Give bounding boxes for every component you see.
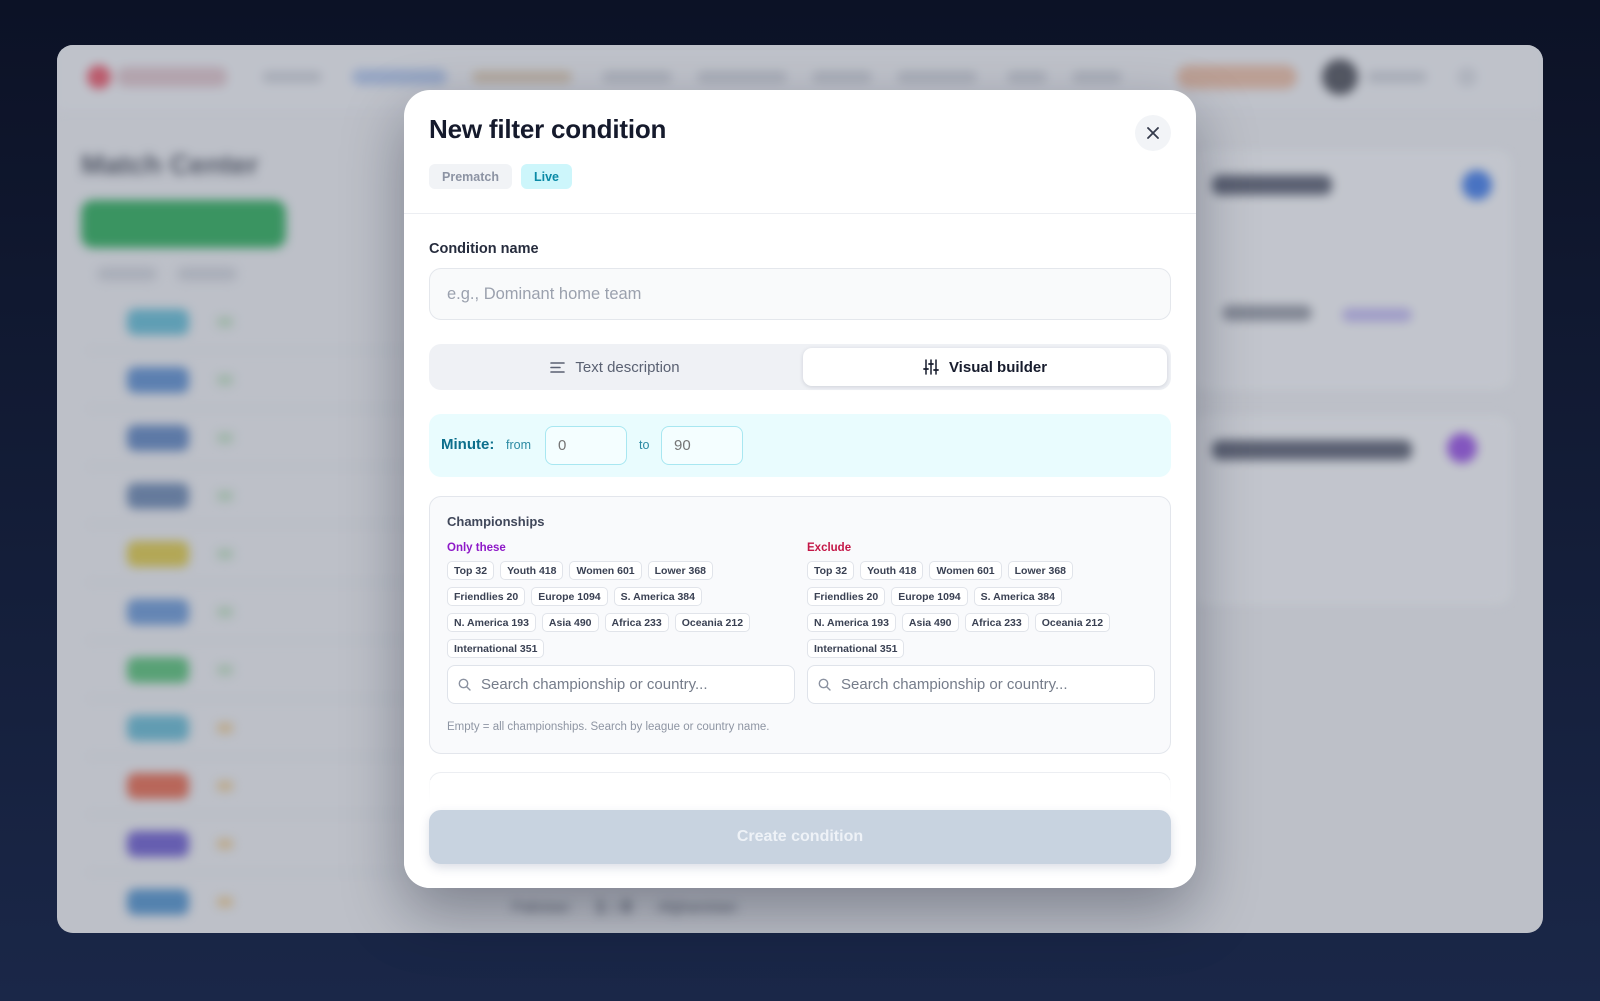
minute-from-input[interactable] (545, 426, 627, 465)
sliders-icon (923, 359, 939, 375)
modal-header: New filter condition Prematch Live (404, 90, 1196, 214)
new-filter-condition-modal: New filter condition Prematch Live Condi… (404, 90, 1196, 888)
close-icon (1147, 127, 1159, 139)
modal-title: New filter condition (429, 114, 667, 144)
only-these-column: Only these Top 32 Youth 418 Women 601 Lo… (447, 542, 795, 658)
only-these-search-input[interactable] (481, 676, 781, 693)
condition-name-label: Condition name (429, 241, 539, 257)
mode-tabs: Prematch Live (429, 164, 572, 189)
chip-only-europe[interactable]: Europe 1094 (531, 587, 608, 606)
tab-text-description[interactable]: Text description (433, 348, 797, 386)
minute-to-label: to (639, 438, 650, 452)
chip-exclude-youth[interactable]: Youth 418 (860, 561, 924, 580)
minute-to-input[interactable] (661, 426, 743, 465)
chip-exclude-women[interactable]: Women 601 (929, 561, 1002, 580)
exclude-search[interactable] (807, 665, 1155, 704)
chip-exclude-south-america[interactable]: S. America 384 (973, 587, 1062, 606)
chip-only-top[interactable]: Top 32 (447, 561, 495, 580)
chip-only-international[interactable]: International 351 (447, 639, 545, 658)
search-icon (818, 678, 831, 691)
tab-prematch[interactable]: Prematch (429, 164, 512, 189)
championships-hint: Empty = all championships. Search by lea… (447, 721, 770, 733)
minute-range-section: Minute: from to (429, 414, 1171, 477)
create-condition-button[interactable]: Create condition (429, 810, 1171, 864)
exclude-label: Exclude (807, 542, 852, 554)
chip-exclude-friendlies[interactable]: Friendlies 20 (807, 587, 886, 606)
chip-exclude-africa[interactable]: Africa 233 (964, 613, 1029, 632)
chip-exclude-oceania[interactable]: Oceania 212 (1034, 613, 1111, 632)
only-these-label: Only these (447, 542, 506, 554)
minute-label: Minute: (441, 436, 495, 453)
chip-only-asia[interactable]: Asia 490 (541, 613, 599, 632)
builder-mode-switch: Text description Visual builder (429, 344, 1171, 390)
chip-only-lower[interactable]: Lower 368 (647, 561, 713, 580)
lines-icon (550, 361, 566, 373)
tab-text-description-label: Text description (575, 358, 680, 376)
close-button[interactable] (1135, 115, 1171, 151)
exclude-chips: Top 32 Youth 418 Women 601 Lower 368 Fri… (807, 561, 1155, 658)
chip-only-africa[interactable]: Africa 233 (604, 613, 669, 632)
chip-only-north-america[interactable]: N. America 193 (447, 613, 536, 632)
tab-visual-builder-label: Visual builder (948, 358, 1048, 376)
chip-exclude-asia[interactable]: Asia 490 (901, 613, 959, 632)
tab-visual-builder[interactable]: Visual builder (803, 348, 1167, 386)
chip-only-youth[interactable]: Youth 418 (500, 561, 564, 580)
chip-only-women[interactable]: Women 601 (569, 561, 642, 580)
chip-only-oceania[interactable]: Oceania 212 (674, 613, 751, 632)
chip-only-friendlies[interactable]: Friendlies 20 (447, 587, 526, 606)
chip-exclude-europe[interactable]: Europe 1094 (891, 587, 968, 606)
chip-only-south-america[interactable]: S. America 384 (613, 587, 702, 606)
minute-from-label: from (506, 438, 531, 452)
championships-section: Championships Only these Top 32 Youth 41… (429, 496, 1171, 754)
tab-live[interactable]: Live (520, 164, 572, 189)
chip-exclude-top[interactable]: Top 32 (807, 561, 855, 580)
only-these-search[interactable] (447, 665, 795, 704)
search-icon (458, 678, 471, 691)
championships-title: Championships (447, 514, 545, 529)
only-these-chips: Top 32 Youth 418 Women 601 Lower 368 Fri… (447, 561, 795, 658)
exclude-search-input[interactable] (841, 676, 1141, 693)
chip-exclude-north-america[interactable]: N. America 193 (807, 613, 896, 632)
exclude-column: Exclude Top 32 Youth 418 Women 601 Lower… (807, 542, 1155, 658)
chip-exclude-lower[interactable]: Lower 368 (1007, 561, 1073, 580)
chip-exclude-international[interactable]: International 351 (807, 639, 905, 658)
condition-name-input[interactable] (429, 268, 1171, 320)
